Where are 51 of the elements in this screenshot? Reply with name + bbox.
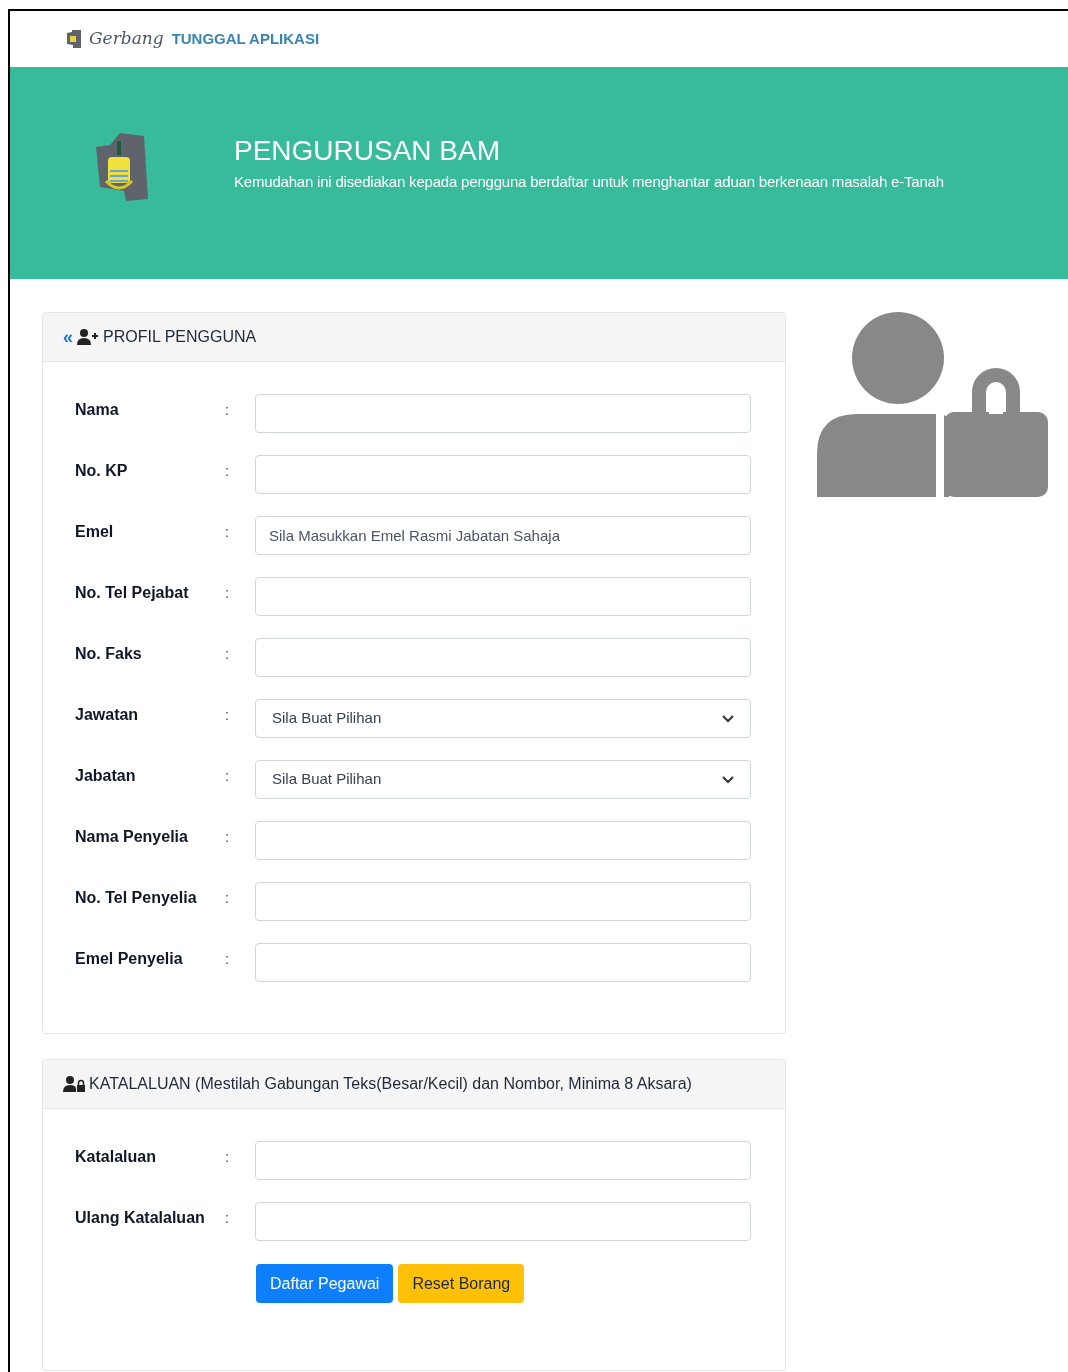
field-label: Emel xyxy=(75,522,115,542)
register-button[interactable]: Daftar Pegawai xyxy=(256,1264,394,1303)
input-field[interactable] xyxy=(255,821,751,860)
field-label: Jabatan xyxy=(75,766,137,786)
input-field[interactable] xyxy=(255,943,751,982)
colon: : xyxy=(225,401,230,420)
brand-script: Gerbang xyxy=(89,27,164,51)
input-field[interactable] xyxy=(255,882,751,921)
card-title: PROFIL PENGGUNA xyxy=(103,327,257,347)
reset-button[interactable]: Reset Borang xyxy=(398,1264,525,1303)
input-field[interactable]: Sila Masukkan Emel Rasmi Jabatan Sahaja xyxy=(255,516,751,555)
colon: : xyxy=(225,889,230,908)
brand-title: TUNGGAL APLIKASI xyxy=(171,28,320,49)
field-label: Nama xyxy=(75,400,120,420)
field-label: No. Tel Pejabat xyxy=(75,583,190,603)
add-user-icon xyxy=(77,329,99,345)
input-field[interactable] xyxy=(255,1202,751,1241)
logo-icon xyxy=(67,30,81,48)
colon: : xyxy=(225,523,230,542)
colon: : xyxy=(225,1148,230,1167)
colon: : xyxy=(225,462,230,481)
colon: : xyxy=(225,1209,230,1228)
select-field[interactable]: Sila Buat Pilihan xyxy=(255,760,751,799)
colon: : xyxy=(225,950,230,969)
colon: : xyxy=(225,828,230,847)
banner-title: PENGURUSAN BAM xyxy=(234,134,502,168)
input-field[interactable] xyxy=(255,577,751,616)
user-lock-icon xyxy=(817,312,1048,497)
user-lock-icon xyxy=(63,1076,85,1092)
field-label: Katalaluan xyxy=(75,1147,157,1167)
input-field[interactable] xyxy=(255,455,751,494)
card-title: KATALALUAN (Mestilah Gabungan Teks(Besar/Kecil) dan Nombor, Minima 8 Aksara) xyxy=(89,1074,692,1094)
field-label: Nama Penyelia xyxy=(75,827,189,847)
banner-subtitle: Kemudahan ini disediakan kepada pengguna berdaftar untuk menghantar aduan berkenaan masalah e-Tanah xyxy=(234,172,944,192)
caret-icon xyxy=(722,714,734,723)
back-link[interactable]: « xyxy=(63,328,73,346)
field-label: No. Tel Penyelia xyxy=(75,888,198,908)
colon: : xyxy=(225,584,230,603)
input-field[interactable] xyxy=(255,394,751,433)
field-label: Ulang Katalaluan xyxy=(75,1208,206,1228)
input-field[interactable] xyxy=(255,1141,751,1180)
colon: : xyxy=(225,767,230,786)
field-label: No. Faks xyxy=(75,644,143,664)
input-field[interactable] xyxy=(255,638,751,677)
select-field[interactable]: Sila Buat Pilihan xyxy=(255,699,751,738)
field-label: No. KP xyxy=(75,461,129,481)
field-label: Jawatan xyxy=(75,705,140,725)
field-label: Emel Penyelia xyxy=(75,949,184,969)
colon: : xyxy=(225,645,230,664)
caret-icon xyxy=(722,775,734,784)
colon: : xyxy=(225,706,230,725)
